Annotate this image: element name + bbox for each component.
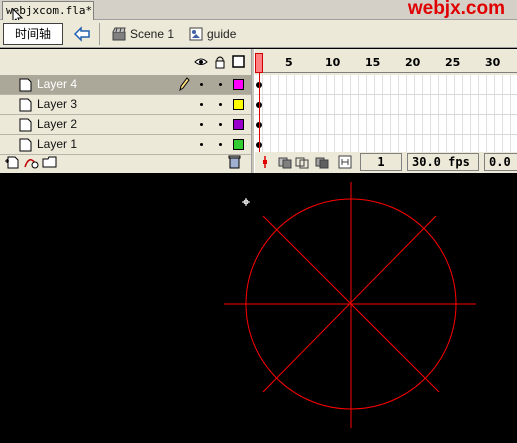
timeline-toggle-button[interactable]: 时间轴 [3,23,63,45]
ruler-tick: 25 [445,56,461,69]
onion-skin-outlines-icon[interactable] [295,155,309,169]
current-frame-display: 1 [360,153,402,171]
add-motion-guide-icon[interactable] [23,155,39,169]
lock-dot[interactable] [219,143,222,146]
breadcrumb-scene[interactable]: Scene 1 [112,25,174,43]
layer-name: Layer 2 [37,117,78,131]
playhead-line [259,73,260,152]
lock-icon[interactable] [214,55,226,69]
ruler-tick: 30 [485,56,501,69]
layer-name: Layer 3 [37,97,78,111]
watermark: webjx.com [407,0,505,19]
insert-folder-icon[interactable] [42,155,58,169]
insert-layer-icon[interactable] [4,155,20,169]
lock-dot[interactable] [219,123,222,126]
ruler-tick: 5 [285,56,293,69]
layer-row-4[interactable]: Layer 4 [0,75,251,95]
modify-onion-markers-icon[interactable] [338,155,352,169]
frame-row[interactable] [255,75,517,95]
pencil-icon [179,77,190,91]
symbol-label: guide [207,27,237,41]
frames-footer: 1 30.0 fps 0.0 [255,152,517,172]
layer-color-swatch[interactable] [233,79,244,90]
stage-drawing[interactable] [0,173,517,443]
layer-name: Layer 4 [37,77,78,91]
lock-dot[interactable] [219,83,222,86]
document-tab-strip: webjxcom.fla* webjx.com [0,0,517,20]
scene-clapper-icon [112,27,126,41]
layer-name: Layer 1 [37,137,78,151]
visible-dot[interactable] [200,103,203,106]
edit-multiple-frames-icon[interactable] [315,155,329,169]
frames-area[interactable]: 1 5 10 15 20 25 30 [255,49,517,173]
breadcrumb-symbol[interactable]: guide [189,25,236,43]
stage-canvas[interactable] [0,173,517,443]
visible-dot[interactable] [200,143,203,146]
playhead[interactable] [255,53,263,73]
edit-bar: 时间轴 Scene 1 guide [0,20,517,48]
layer-row-2[interactable]: Layer 2 [0,115,251,135]
layer-icon [19,118,32,132]
graphic-symbol-icon [189,27,203,41]
frame-ruler[interactable]: 1 5 10 15 20 25 30 [255,53,517,73]
layer-header [0,53,251,73]
layer-color-swatch[interactable] [233,139,244,150]
layer-icon [19,138,32,152]
layer-row-3[interactable]: Layer 3 [0,95,251,115]
frame-rate-display[interactable]: 30.0 fps [407,153,479,171]
timeline-panel: Layer 4 Layer 3 Layer 2 Layer 1 5 10 15 … [0,49,517,173]
eye-icon[interactable] [194,55,208,69]
ruler-tick: 15 [365,56,381,69]
back-arrow-icon[interactable] [72,24,92,44]
trash-icon[interactable] [228,155,241,169]
frame-row[interactable] [255,95,517,115]
ruler-tick: 10 [325,56,341,69]
elapsed-time-display: 0.0 [484,153,517,171]
visible-dot[interactable] [200,83,203,86]
outline-icon[interactable] [232,55,245,68]
frame-row[interactable] [255,115,517,135]
visible-dot[interactable] [200,123,203,126]
scene-label: Scene 1 [130,27,175,41]
layer-color-swatch[interactable] [233,119,244,130]
lock-dot[interactable] [219,103,222,106]
separator [99,23,100,45]
onion-skin-icon[interactable] [278,155,292,169]
layer-icon [19,98,32,112]
center-frame-icon[interactable] [258,155,272,169]
layer-color-swatch[interactable] [233,99,244,110]
registration-point-icon [242,198,250,206]
layer-icon [19,78,32,92]
layer-footer [0,152,251,172]
ruler-tick: 20 [405,56,421,69]
